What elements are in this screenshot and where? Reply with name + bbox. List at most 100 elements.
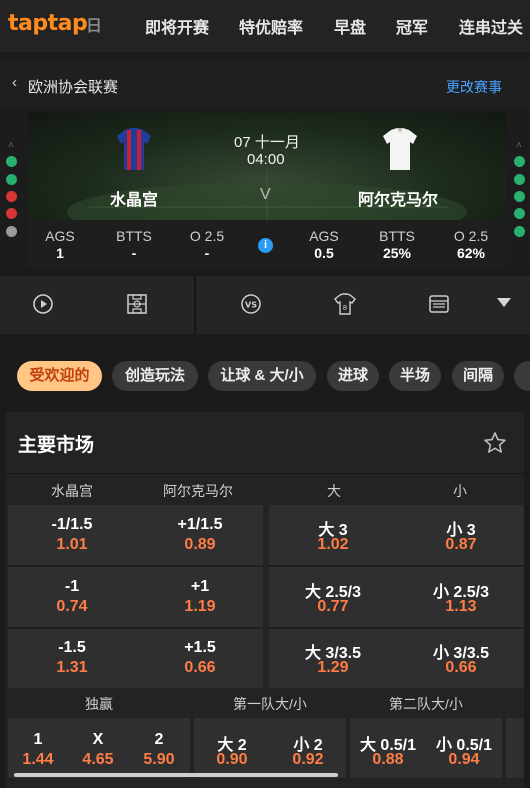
- chip-interval[interactable]: 间隔: [452, 361, 504, 391]
- match-time: 04:00: [247, 151, 285, 168]
- chip-half[interactable]: 半场: [389, 361, 441, 391]
- odds-line[interactable]: X: [68, 731, 128, 749]
- home-team-name: 水晶宫: [110, 192, 159, 209]
- odds-value[interactable]: 1.01: [8, 536, 136, 554]
- stat-value: -: [204, 245, 210, 261]
- chip-bet-builder[interactable]: 创造玩法: [112, 361, 198, 391]
- stat-label: AGS: [45, 228, 75, 244]
- stat-label: O 2.5: [453, 228, 489, 244]
- section-header: 第一队大/小: [233, 696, 307, 712]
- away-form-dot: [514, 226, 525, 237]
- nav-item-upcoming[interactable]: 即将开赛: [145, 14, 209, 38]
- odds-value[interactable]: 0.87: [397, 536, 525, 554]
- away-form-dot: [514, 191, 525, 202]
- horizontal-scrollbar[interactable]: [14, 773, 338, 777]
- odds-value[interactable]: 1.31: [8, 659, 136, 677]
- column-header: 大: [327, 483, 341, 499]
- odds-value[interactable]: 1.19: [136, 598, 264, 616]
- home-form-dot: [6, 191, 17, 202]
- away-form-dot: [514, 174, 525, 185]
- stat-label: O 2.5: [189, 228, 225, 244]
- away-form-dot: [514, 208, 525, 219]
- stat-label: AGS: [309, 228, 339, 244]
- info-icon[interactable]: i: [258, 238, 273, 253]
- column-header: 阿尔克马尔: [163, 483, 233, 499]
- pitch-icon[interactable]: [126, 293, 148, 315]
- match-date: 07 十一月: [234, 134, 300, 151]
- away-team-name: 阿尔克马尔: [358, 192, 439, 209]
- odds-line[interactable]: -1: [8, 578, 136, 596]
- nav-item-outright[interactable]: 冠军: [396, 14, 428, 38]
- divider: [6, 473, 524, 474]
- jersey-icon[interactable]: 8: [334, 293, 356, 315]
- odds-line[interactable]: -1/1.5: [8, 516, 136, 534]
- odds-line[interactable]: +1/1.5: [136, 516, 264, 534]
- stat-value: 1: [56, 245, 64, 261]
- odds-line[interactable]: -1.5: [8, 639, 136, 657]
- nav-item-parlay[interactable]: 连串过关: [459, 14, 523, 38]
- chip-overflow[interactable]: [514, 361, 530, 391]
- toolbar-divider: [194, 276, 196, 334]
- odds-value[interactable]: 0.88: [350, 751, 426, 769]
- column-header: 小: [453, 483, 467, 499]
- odds-value[interactable]: 0.66: [397, 659, 525, 677]
- odds-line[interactable]: +1: [136, 578, 264, 596]
- scoreboard-icon[interactable]: [428, 293, 450, 315]
- vs-icon[interactable]: VS: [240, 293, 262, 315]
- svg-text:8: 8: [343, 304, 347, 312]
- odds-value[interactable]: 0.66: [136, 659, 264, 677]
- nav-item-special-odds[interactable]: 特优赔率: [239, 14, 303, 38]
- play-icon[interactable]: [32, 293, 54, 315]
- divider: [269, 565, 524, 567]
- stat-value: -: [131, 245, 137, 261]
- scroll-up-chevron-icon: ˄: [8, 140, 14, 151]
- nav-item-faded[interactable]: 日: [86, 12, 116, 38]
- stat-label: BTTS: [379, 228, 415, 244]
- odds-value[interactable]: 0.92: [270, 751, 346, 769]
- versus-label: V: [260, 186, 271, 203]
- odds-value[interactable]: 0.94: [426, 751, 502, 769]
- market-title: 主要市场: [18, 435, 95, 456]
- svg-text:VS: VS: [245, 301, 257, 310]
- column-header: 水晶宫: [51, 483, 93, 499]
- chip-popular[interactable]: 受欢迎的: [17, 361, 102, 391]
- stat-value: 62%: [456, 245, 486, 261]
- odds-line[interactable]: +1.5: [136, 639, 264, 657]
- home-form-dot: [6, 226, 17, 237]
- home-form-dot: [6, 174, 17, 185]
- home-jersey-icon: [117, 128, 151, 170]
- chip-handicap-ou[interactable]: 让球 & 大/小: [208, 361, 316, 391]
- back-chevron-icon[interactable]: ‹: [12, 74, 17, 91]
- divider: [8, 627, 263, 629]
- change-match-link[interactable]: 更改赛事: [446, 77, 502, 97]
- stat-value: 25%: [382, 245, 412, 261]
- odds-value[interactable]: 1.44: [8, 751, 68, 769]
- stat-value: 0.5: [314, 245, 334, 261]
- away-form-column: [506, 112, 530, 268]
- section-header: 第二队大/小: [389, 696, 463, 712]
- odds-value[interactable]: 5.90: [128, 751, 190, 769]
- odds-line[interactable]: 2: [128, 731, 190, 749]
- favorite-star-icon[interactable]: [483, 431, 507, 455]
- odds-value[interactable]: 1.29: [269, 659, 397, 677]
- odds-value[interactable]: 1.02: [269, 536, 397, 554]
- odds-value[interactable]: 4.65: [68, 751, 128, 769]
- odds-line[interactable]: 1: [8, 731, 68, 749]
- scroll-up-chevron-icon: ˄: [516, 140, 522, 151]
- away-jersey-icon: [383, 128, 417, 170]
- league-name[interactable]: 欧洲协会联赛: [28, 76, 118, 97]
- dropdown-arrow-icon[interactable]: [497, 298, 511, 308]
- icon-toolbar: [0, 276, 530, 334]
- nav-item-early[interactable]: 早盘: [334, 14, 366, 38]
- odds-value[interactable]: 1.13: [397, 598, 525, 616]
- odds-value[interactable]: 0.77: [269, 598, 397, 616]
- odds-value[interactable]: 0.90: [194, 751, 270, 769]
- home-form-dot: [6, 208, 17, 219]
- odds-value[interactable]: 0.74: [8, 598, 136, 616]
- overflow-panel: [506, 718, 524, 778]
- divider: [269, 627, 524, 629]
- section-header: 独赢: [85, 696, 113, 712]
- odds-value[interactable]: 0.89: [136, 536, 264, 554]
- taptap-logo[interactable]: taptap: [8, 11, 88, 36]
- chip-goals[interactable]: 进球: [327, 361, 379, 391]
